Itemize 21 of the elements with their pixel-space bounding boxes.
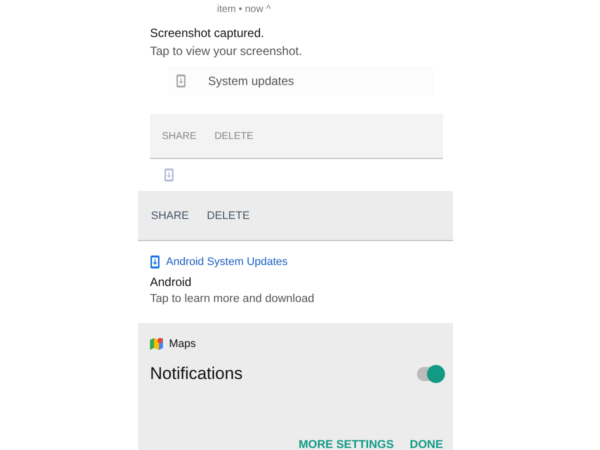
notification-title: Screenshot captured.	[150, 26, 266, 40]
phone-download-icon	[164, 168, 174, 182]
notification-title: Android	[150, 275, 192, 289]
settings-button[interactable]: DONE	[410, 439, 443, 450]
notifications-switch[interactable]	[417, 367, 443, 381]
action-button[interactable]: SHARE	[151, 210, 189, 222]
action-button[interactable]: DELETE	[214, 130, 254, 142]
action-button[interactable]: DELETE	[206, 210, 250, 222]
notification-text: Tap to view your screenshot.	[150, 44, 304, 58]
map-icon	[150, 337, 163, 350]
switch-thumb[interactable]	[427, 365, 445, 383]
notification-text: Tap to learn more and download	[150, 293, 316, 305]
app-name: Android System Updates	[166, 256, 288, 268]
notification-header: item • now ^	[216, 3, 272, 17]
app-name: Maps	[169, 338, 196, 350]
settings-button[interactable]: MORE SETTINGS	[298, 439, 394, 450]
phone-download-icon	[150, 255, 160, 269]
phone-download-icon	[176, 74, 186, 88]
notifications-label: Notifications	[150, 364, 243, 384]
update-label: System updates	[208, 74, 294, 88]
action-button[interactable]: SHARE	[162, 130, 196, 142]
